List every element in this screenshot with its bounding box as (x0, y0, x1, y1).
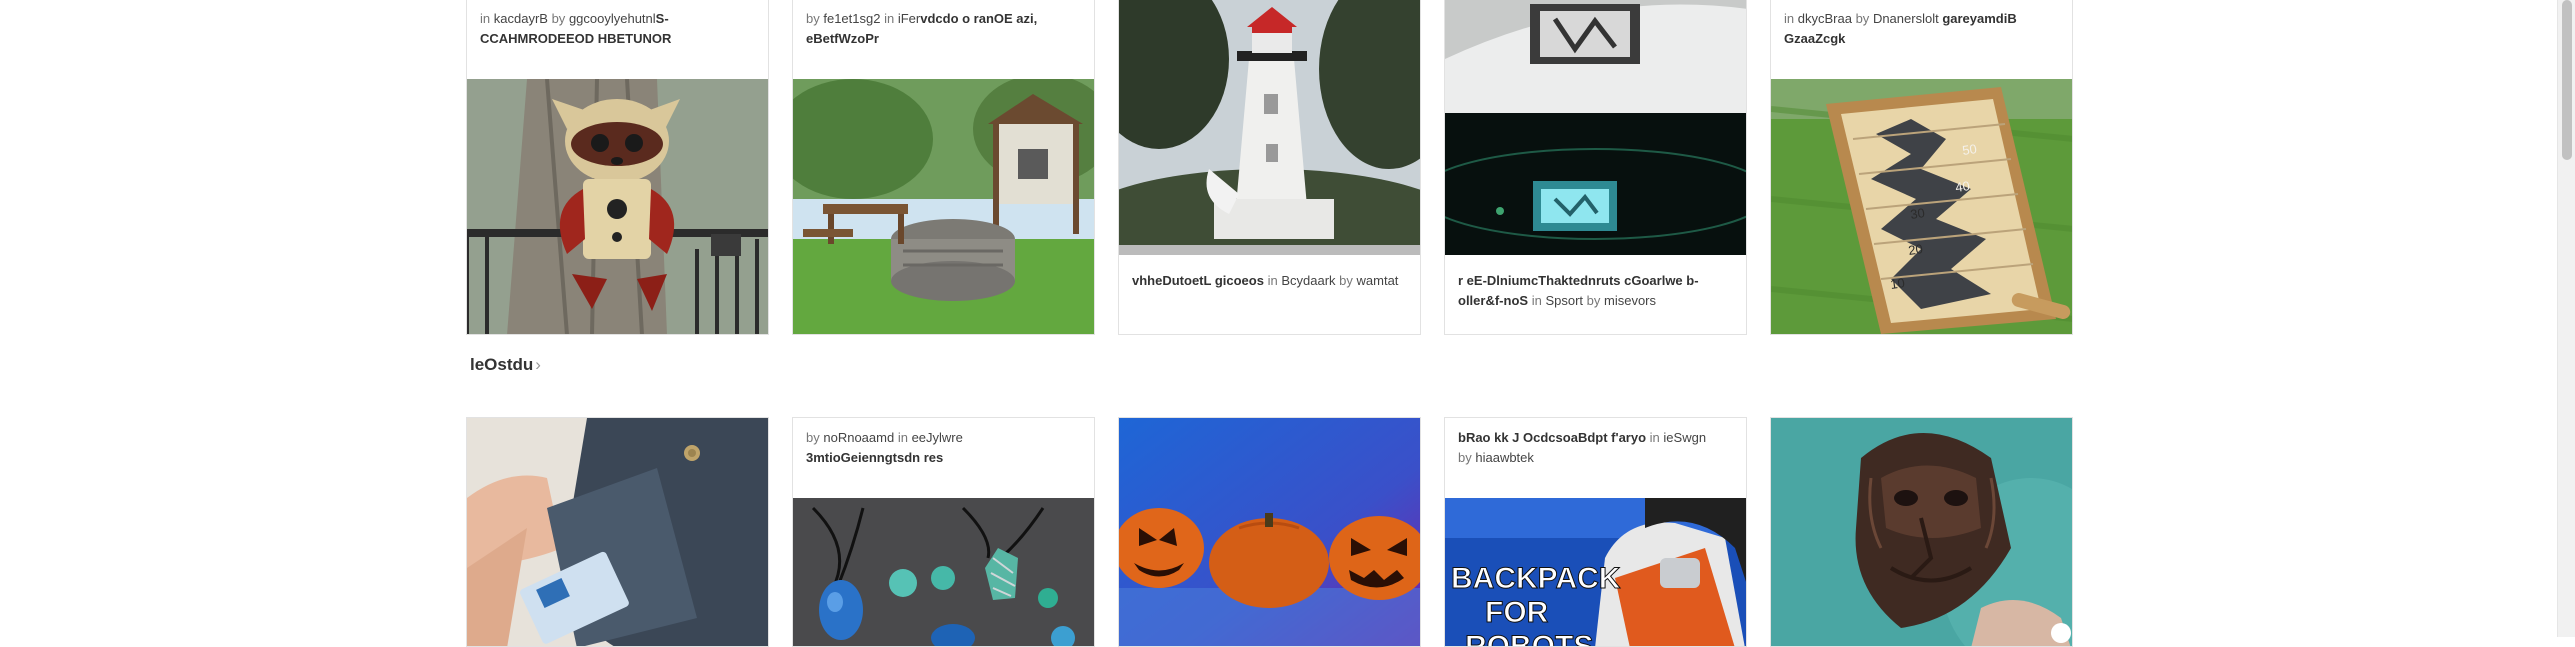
section-heading[interactable]: leOstdu › (470, 355, 541, 375)
card-meta: in kacdayrB by ggcooylyehutnlS-CCAHMRODE… (480, 11, 672, 46)
project-card[interactable] (1118, 417, 1421, 647)
project-card[interactable]: in kacdayrB by ggcooylyehutnlS-CCAHMRODE… (466, 0, 769, 335)
card-title[interactable]: vhheDutoetL gicoeos (1132, 273, 1264, 288)
author-link[interactable]: misevors (1604, 293, 1656, 308)
category-link[interactable]: dkycBraa (1798, 11, 1852, 26)
card-meta: bRao kk J OcdcsoaBdpt f'aryo in ieSwgn b… (1458, 430, 1707, 465)
category-link[interactable]: kacdayrB (494, 11, 548, 26)
image-caption-line: FOR (1485, 596, 1549, 629)
card-title[interactable]: 3mtioGeienngtsdn res (806, 450, 943, 465)
project-image[interactable] (793, 79, 1094, 334)
project-card[interactable]: vhheDutoetL gicoeos in Bcydaark by wamta… (1118, 0, 1421, 335)
project-image[interactable] (1771, 418, 2072, 646)
chevron-right-icon: › (535, 355, 541, 374)
project-image[interactable]: 50 40 30 20 10 (1771, 79, 2072, 334)
image-caption-line: ROBOTS (1465, 630, 1593, 647)
board-mark: 30 (1909, 205, 1925, 222)
card-meta: r eE-DlniumcThaktednruts cGoarlwe b-olle… (1458, 273, 1699, 308)
project-card[interactable]: by noRnoaamd in eeJylwre 3mtioGeienngtsd… (792, 417, 1095, 647)
project-card[interactable] (466, 417, 769, 647)
project-image[interactable] (467, 79, 768, 334)
project-card[interactable]: by fe1et1sg2 in iFervdcdo o ranOE azi, e… (792, 0, 1095, 335)
section-title[interactable]: leOstdu (470, 355, 533, 374)
author-link[interactable]: wamtat (1357, 273, 1399, 288)
image-caption-line: BACKPACK (1451, 562, 1621, 595)
card-meta: vhheDutoetL gicoeos in Bcydaark by wamta… (1132, 273, 1399, 288)
category-link[interactable]: ieSwgn (1663, 430, 1706, 445)
author-link[interactable]: noRnoaamd (823, 430, 894, 445)
board-mark: 20 (1907, 241, 1923, 258)
board-mark: 50 (1961, 141, 1977, 158)
scrollbar-thumb[interactable] (2562, 0, 2572, 160)
project-image[interactable] (1445, 0, 1746, 255)
category-link[interactable]: Bcydaark (1281, 273, 1335, 288)
card-meta: by noRnoaamd in eeJylwre 3mtioGeienngtsd… (806, 430, 963, 465)
board-mark: 10 (1889, 275, 1905, 292)
board-mark: 40 (1954, 178, 1970, 195)
project-image[interactable] (1119, 0, 1420, 255)
project-card[interactable]: in dkycBraa by Dnanerslolt gareyamdiB Gz… (1770, 0, 2073, 335)
project-image[interactable] (467, 418, 768, 646)
project-card[interactable]: bRao kk J OcdcsoaBdpt f'aryo in ieSwgn b… (1444, 417, 1747, 647)
project-image[interactable]: BACKPACK FOR ROBOTS (1445, 498, 1746, 647)
author-link[interactable]: Dnanerslolt (1873, 11, 1939, 26)
page-scrollbar[interactable] (2557, 0, 2575, 637)
card-meta: by fe1et1sg2 in iFervdcdo o ranOE azi, e… (806, 11, 1038, 46)
author-link[interactable]: hiaawbtek (1475, 450, 1534, 465)
author-link[interactable]: ggcooylyehutnl (569, 11, 656, 26)
project-image[interactable] (1119, 418, 1420, 646)
category-link[interactable]: iFer (898, 11, 920, 26)
project-image[interactable] (793, 498, 1094, 646)
card-meta: in dkycBraa by Dnanerslolt gareyamdiB Gz… (1784, 11, 2017, 46)
author-link[interactable]: fe1et1sg2 (823, 11, 880, 26)
category-link[interactable]: Spsort (1545, 293, 1583, 308)
card-title[interactable]: bRao kk J OcdcsoaBdpt f'aryo (1458, 430, 1646, 445)
project-card[interactable]: r eE-DlniumcThaktednruts cGoarlwe b-olle… (1444, 0, 1747, 335)
project-card[interactable] (1770, 417, 2073, 647)
category-link[interactable]: eeJylwre (912, 430, 963, 445)
